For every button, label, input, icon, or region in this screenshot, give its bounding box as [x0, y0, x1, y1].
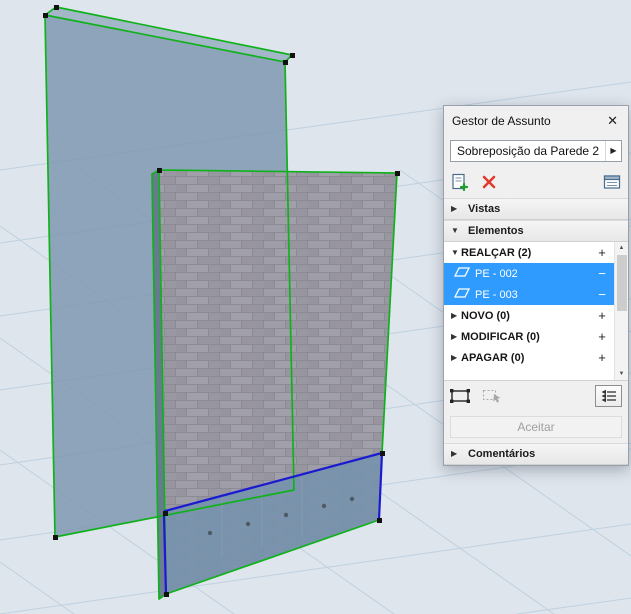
scrollbar-thumb[interactable]	[617, 255, 627, 311]
add-to-group-button[interactable]: +	[596, 245, 608, 260]
section-vistas-label: Vistas	[468, 203, 500, 215]
panel-titlebar[interactable]: Gestor de Assunto ✕	[444, 106, 628, 136]
issue-toolbar	[444, 166, 628, 198]
issue-manager-panel: Gestor de Assunto ✕ Sobreposição da Pare…	[443, 105, 629, 466]
application-window: Gestor de Assunto ✕ Sobreposição da Pare…	[0, 0, 631, 614]
flyout-arrow-icon[interactable]: ▶	[605, 141, 621, 161]
delete-issue-button[interactable]	[481, 174, 497, 190]
section-comentarios-label: Comentários	[468, 448, 535, 460]
item-label: PE - 002	[475, 268, 518, 280]
group-label: MODIFICAR (0)	[461, 331, 540, 343]
tree-scrollbar[interactable]: ▲ ▼	[614, 242, 628, 380]
tree-group-novo[interactable]: ▶ NOVO (0) +	[444, 305, 614, 326]
close-icon[interactable]: ✕	[605, 113, 620, 129]
remove-from-group-button[interactable]: −	[596, 287, 608, 302]
group-label: APAGAR (0)	[461, 352, 524, 364]
section-vistas[interactable]: ▶ Vistas	[444, 198, 628, 220]
chevron-right-icon: ▶	[451, 205, 461, 213]
issue-selector-row: Sobreposição da Parede 2 ▶	[444, 136, 628, 166]
pick-elements-button[interactable]	[482, 389, 502, 403]
group-label: REALÇAR (2)	[461, 247, 531, 259]
marquee-select-button[interactable]	[450, 389, 470, 403]
issue-selector[interactable]: Sobreposição da Parede 2 ▶	[450, 140, 622, 162]
chevron-right-icon[interactable]: ▶	[451, 354, 461, 362]
section-elementos[interactable]: ▼ Elementos	[444, 220, 628, 242]
scroll-up-icon[interactable]: ▲	[619, 244, 625, 252]
chevron-down-icon[interactable]: ▼	[451, 249, 461, 257]
tree-group-apagar[interactable]: ▶ APAGAR (0) +	[444, 347, 614, 368]
wall-icon	[454, 287, 470, 302]
add-to-group-button[interactable]: +	[596, 329, 608, 344]
show-in-list-button[interactable]	[595, 385, 622, 407]
elements-tree: ▼ REALÇAR (2) + PE - 002 − PE - 003 − ▶	[444, 242, 628, 381]
selection-tools-row	[444, 381, 628, 411]
accept-button[interactable]: Aceitar	[450, 416, 622, 438]
section-elementos-label: Elementos	[468, 225, 524, 237]
add-to-group-button[interactable]: +	[596, 350, 608, 365]
tree-item-pe-003[interactable]: PE - 003 −	[444, 284, 614, 305]
scroll-down-icon[interactable]: ▼	[619, 370, 625, 378]
section-comentarios[interactable]: ▶ Comentários	[444, 443, 628, 465]
panel-title: Gestor de Assunto	[452, 114, 551, 128]
issue-organizer-button[interactable]	[603, 174, 621, 190]
accept-row: Aceitar	[444, 411, 628, 443]
tree-group-modificar[interactable]: ▶ MODIFICAR (0) +	[444, 326, 614, 347]
item-label: PE - 003	[475, 289, 518, 301]
new-issue-button[interactable]	[451, 173, 469, 191]
tree-group-realcar[interactable]: ▼ REALÇAR (2) +	[444, 242, 614, 263]
issue-selector-value: Sobreposição da Parede 2	[457, 144, 599, 158]
chevron-right-icon[interactable]: ▶	[451, 333, 461, 341]
wall-icon	[454, 266, 470, 281]
chevron-right-icon: ▶	[451, 450, 461, 458]
remove-from-group-button[interactable]: −	[596, 266, 608, 281]
add-to-group-button[interactable]: +	[596, 308, 608, 323]
chevron-down-icon: ▼	[451, 227, 461, 235]
tree-item-pe-002[interactable]: PE - 002 −	[444, 263, 614, 284]
group-label: NOVO (0)	[461, 310, 510, 322]
chevron-right-icon[interactable]: ▶	[451, 312, 461, 320]
